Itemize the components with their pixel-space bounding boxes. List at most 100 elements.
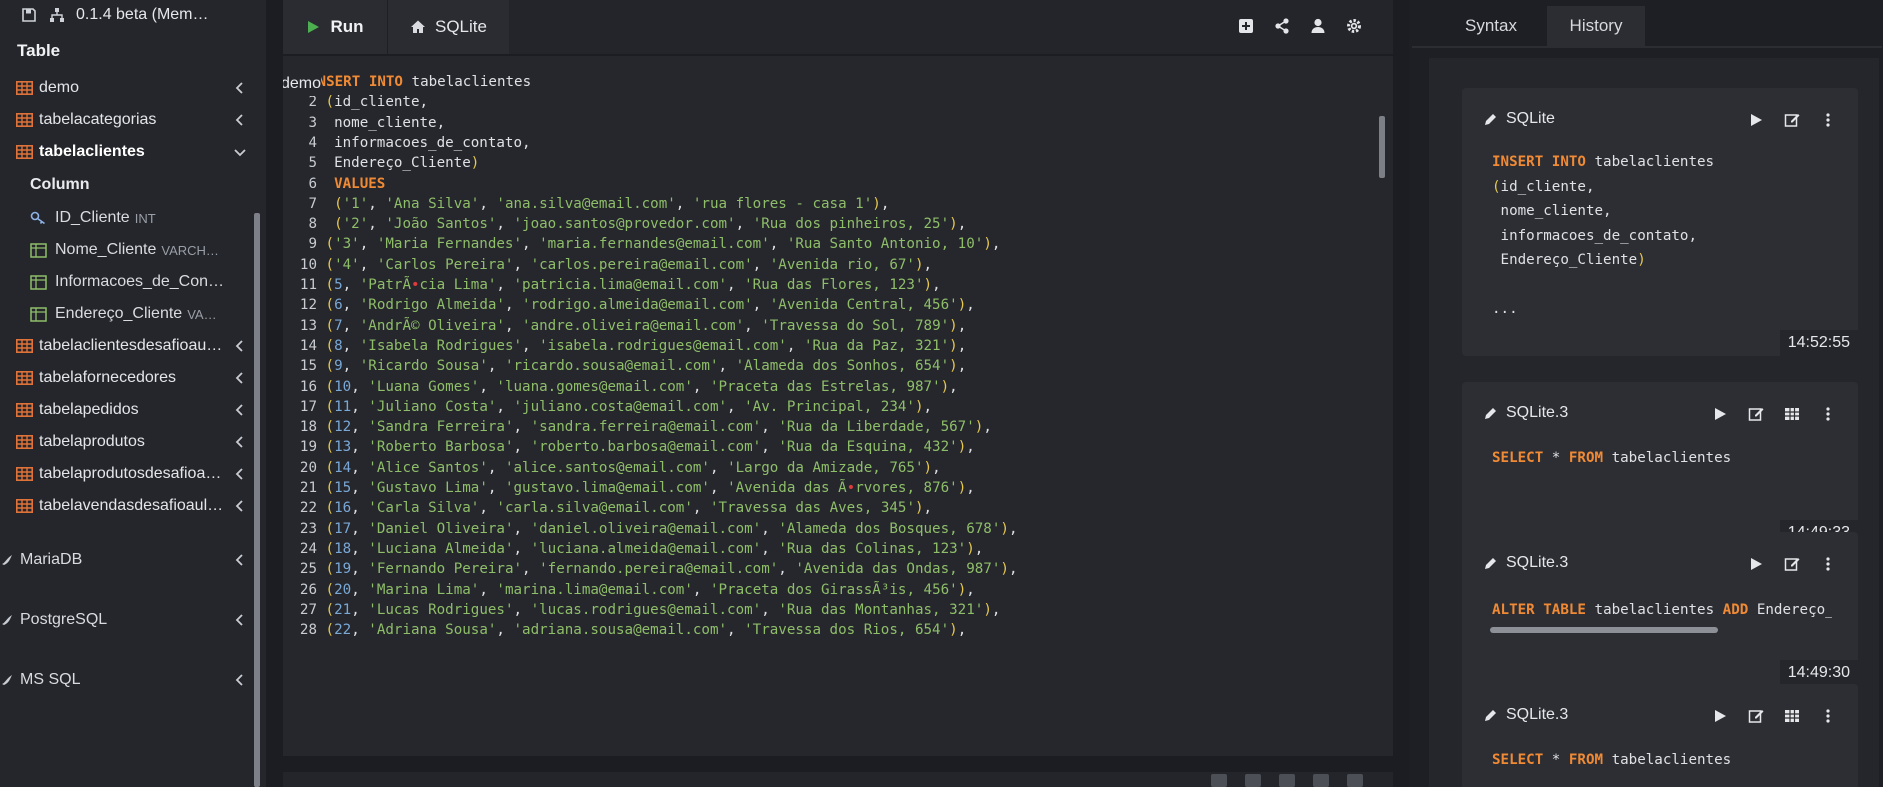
- editor-db-chip[interactable]: demo: [283, 72, 322, 96]
- table-view-icon[interactable]: [1245, 774, 1261, 787]
- chart-view-icon[interactable]: [1279, 774, 1295, 787]
- share-icon[interactable]: [1273, 17, 1291, 35]
- history-card[interactable]: SQLite.3 SELECT * FROM tabelaclientes: [1462, 684, 1858, 787]
- more-icon[interactable]: [1820, 556, 1836, 572]
- editor-panel: Run SQLite NSERT INTO tabelaclientes 2 (i…: [283, 0, 1393, 787]
- db-selector-tab[interactable]: SQLite: [387, 0, 509, 54]
- notebook-icon[interactable]: [1313, 774, 1329, 787]
- sidebar-table-item[interactable]: tabelaprodutos: [0, 426, 266, 458]
- code-text: (20, 'Marina Lima', 'marina.lima@email.c…: [325, 581, 975, 598]
- table-name: tabelafornecedores: [39, 369, 176, 386]
- history-card-header: SQLite.3: [1484, 404, 1568, 422]
- column-icon: [30, 274, 47, 290]
- column-name: Nome_Cliente: [55, 241, 157, 258]
- list-icon[interactable]: [1347, 774, 1363, 787]
- column-name: Informacoes_de_Con…: [55, 273, 224, 290]
- play-icon[interactable]: [1712, 406, 1728, 422]
- code-text: informacoes_de_contato,: [325, 134, 531, 151]
- history-list[interactable]: SQLite INSERT INTO tabelaclientes (id_cl…: [1429, 58, 1879, 787]
- edit-icon[interactable]: [1784, 556, 1800, 572]
- table-icon: [16, 81, 33, 95]
- sidebar-table-item[interactable]: tabelacategorias: [0, 104, 266, 136]
- history-card[interactable]: SQLite INSERT INTO tabelaclientes (id_cl…: [1462, 88, 1858, 356]
- history-query: INSERT INTO tabelaclientes (id_cliente, …: [1492, 154, 1715, 317]
- tab-history[interactable]: History: [1547, 6, 1645, 46]
- save-icon[interactable]: [20, 6, 38, 24]
- sidebar-database-item[interactable]: MariaDB: [0, 530, 266, 590]
- chevron-left-icon[interactable]: [232, 552, 248, 568]
- user-icon[interactable]: [1309, 17, 1327, 35]
- code-text: (10, 'Luana Gomes', 'luana.gomes@email.c…: [325, 378, 958, 395]
- sidebar-column-item[interactable]: Endereço_Cliente VA…: [0, 298, 258, 330]
- chevron-left-icon[interactable]: [232, 434, 248, 450]
- chevron-left-icon[interactable]: [232, 466, 248, 482]
- edit-icon[interactable]: [1748, 708, 1764, 724]
- edit-icon[interactable]: [1784, 112, 1800, 128]
- table-icon: [16, 403, 33, 417]
- chevron-left-icon[interactable]: [232, 612, 248, 628]
- chevron-left-icon[interactable]: [232, 338, 248, 354]
- sidebar-column-item[interactable]: ID_Cliente INT: [0, 202, 258, 234]
- key-icon: [30, 211, 45, 224]
- code-text: (6, 'Rodrigo Almeida', 'rodrigo.almeida@…: [325, 297, 975, 314]
- chevron-left-icon[interactable]: [232, 370, 248, 386]
- history-card-actions: [1712, 708, 1836, 724]
- code-text: ('4', 'Carlos Pereira', 'carlos.pereira@…: [325, 256, 933, 273]
- table-name: tabelacategorias: [39, 111, 157, 128]
- sidebar-column-item[interactable]: Informacoes_de_Con…: [0, 266, 258, 298]
- postgresql-icon: [2, 615, 12, 625]
- sidebar-table-item[interactable]: tabelaprodutosdesafioa…: [0, 458, 266, 490]
- table-icon: [16, 499, 33, 513]
- play-icon[interactable]: [1748, 556, 1764, 572]
- code-line[interactable]: 28 (22, 'Adriana Sousa', 'adriana.sousa@…: [283, 618, 966, 642]
- chevron-left-icon[interactable]: [232, 402, 248, 418]
- chevron-left-icon[interactable]: [232, 498, 248, 514]
- sidebar-table-item[interactable]: tabelaclientesdesafioau…: [0, 330, 266, 362]
- run-button[interactable]: Run: [283, 0, 387, 54]
- database-name: MS SQL: [20, 671, 81, 688]
- sidebar-table-item[interactable]: tabelafornecedores: [0, 362, 266, 394]
- database-name: MariaDB: [20, 551, 83, 568]
- chevron-down-icon[interactable]: [232, 144, 248, 160]
- chevron-left-icon[interactable]: [232, 112, 248, 128]
- play-icon[interactable]: [1712, 708, 1728, 724]
- pencil-icon: [1485, 558, 1496, 569]
- code-text: (21, 'Lucas Rodrigues', 'lucas.rodrigues…: [325, 601, 1001, 618]
- app-title: 0.1.4 beta (Mem…: [76, 6, 209, 23]
- code-text: (22, 'Adriana Sousa', 'adriana.sousa@ema…: [325, 622, 967, 639]
- history-db-label: SQLite.3: [1506, 554, 1569, 571]
- tab-history-label: History: [1569, 16, 1623, 35]
- sidebar-database-item[interactable]: MS SQL: [0, 650, 266, 710]
- editor-scrollbar[interactable]: [1379, 116, 1385, 178]
- code-editor[interactable]: NSERT INTO tabelaclientes 2 (id_cliente, 3…: [283, 56, 1393, 756]
- sidebar-table-item[interactable]: tabelapedidos: [0, 394, 266, 426]
- code-text: (11, 'Juliano Costa', 'juliano.costa@ema…: [325, 398, 933, 415]
- play-icon[interactable]: [1748, 112, 1764, 128]
- history-query-scrollbar[interactable]: [1490, 627, 1718, 633]
- add-icon[interactable]: [1237, 17, 1255, 35]
- column-name: Endereço_Cliente: [55, 305, 183, 322]
- grid-icon[interactable]: [1784, 406, 1800, 422]
- chevron-left-icon[interactable]: [232, 672, 248, 688]
- sidebar-scrollbar[interactable]: [254, 213, 260, 787]
- code-text: (16, 'Carla Silva', 'carla.silva@email.c…: [325, 500, 933, 517]
- more-icon[interactable]: [1820, 406, 1836, 422]
- chevron-left-icon[interactable]: [232, 80, 248, 96]
- hierarchy-icon[interactable]: [48, 6, 66, 24]
- history-card-actions: [1748, 556, 1836, 572]
- sidebar-column-item[interactable]: Nome_Cliente VARCH…: [0, 234, 258, 266]
- sidebar-table-item[interactable]: tabelavendasdesafioaul…: [0, 490, 266, 522]
- more-icon[interactable]: [1820, 708, 1836, 724]
- history-card[interactable]: SQLite.3 SELECT * FROM tabelaclientes 14…: [1462, 382, 1858, 552]
- settings-icon[interactable]: [1345, 17, 1363, 35]
- export-icon[interactable]: [1211, 774, 1227, 787]
- editor-toolbar: Run SQLite: [283, 0, 1393, 54]
- grid-icon[interactable]: [1784, 708, 1800, 724]
- edit-icon[interactable]: [1748, 406, 1764, 422]
- history-query: SELECT * FROM tabelaclientes: [1492, 752, 1732, 768]
- sidebar-database-item[interactable]: PostgreSQL: [0, 590, 266, 650]
- tab-syntax[interactable]: Syntax: [1448, 6, 1534, 46]
- sidebar-table-item[interactable]: demo: [0, 72, 266, 104]
- sidebar-table-item[interactable]: tabelaclientes: [0, 136, 266, 168]
- more-icon[interactable]: [1820, 112, 1836, 128]
